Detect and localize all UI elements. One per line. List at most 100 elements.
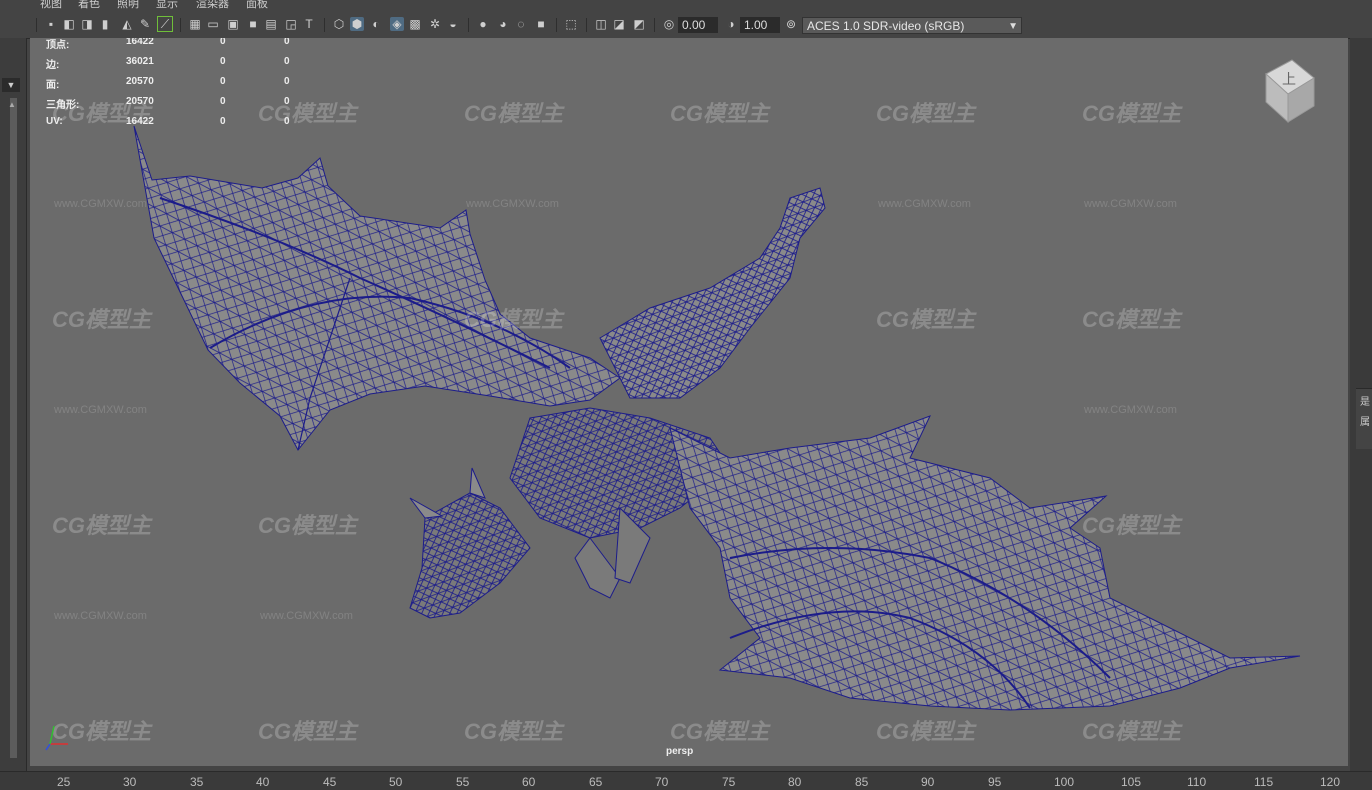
left-wing [133, 125, 621, 451]
color-management-value: ACES 1.0 SDR-video (sRGB) [807, 19, 965, 33]
xray-joints-icon[interactable]: ◪ [612, 17, 626, 31]
camera-attributes-icon[interactable]: ◨ [80, 17, 94, 31]
ruler-tick: 80 [788, 775, 802, 789]
attribute-editor-tab[interactable]: 是 属 [1356, 388, 1372, 449]
watermark-logo: CG模型主 [876, 101, 976, 126]
menu-renderer[interactable]: 渲染器 [196, 0, 229, 10]
watermark-logo: CG模型主 [464, 719, 564, 744]
hud-value: 20570 [126, 76, 154, 87]
toolbar-separator [180, 18, 181, 32]
exposure-field[interactable]: 0.00 [678, 17, 718, 33]
hud-value: 0 [220, 56, 226, 67]
wireframe-on-shaded-icon[interactable]: ◈ [390, 17, 404, 31]
field-chart-icon[interactable]: ▤ [264, 17, 278, 31]
xray-components-icon[interactable]: ◩ [632, 17, 646, 31]
3d-viewport[interactable]: CG模型主 CG模型主 CG模型主 CG模型主 CG模型主 CG模型主 www.… [30, 38, 1348, 766]
watermark-logo: CG模型主 [1082, 101, 1182, 126]
camera-name-label: persp [666, 746, 694, 757]
use-all-lights-icon[interactable]: ✲ [428, 17, 442, 31]
ruler-tick: 40 [256, 775, 270, 789]
menu-show[interactable]: 显示 [156, 0, 178, 10]
toolbar-separator [324, 18, 325, 32]
exposure-icon[interactable]: ◎ [662, 17, 676, 31]
ruler-tick: 115 [1254, 775, 1274, 789]
menu-shading[interactable]: 着色 [78, 0, 100, 10]
ruler-tick: 70 [655, 775, 669, 789]
toolbar-separator [468, 18, 469, 32]
panel-menu-dropdown[interactable]: ▼ [2, 78, 20, 92]
watermark-url: www.CGMXW.com [1084, 404, 1177, 416]
isolate-select-icon[interactable]: ⬚ [564, 17, 578, 31]
watermark-logo: CG模型主 [876, 719, 976, 744]
ruler-tick: 85 [855, 775, 869, 789]
watermark-logo: CG模型主 [258, 719, 358, 744]
shadows-icon[interactable]: ◒ [446, 17, 460, 31]
color-management-dropdown[interactable]: ACES 1.0 SDR-video (sRGB) ▼ [802, 17, 1022, 34]
hud-row-uvs: UV: 16422 0 0 [46, 116, 306, 130]
watermark-logo: CG模型主 [1082, 307, 1182, 332]
time-slider-ruler[interactable]: 25 30 35 40 45 50 55 60 65 70 75 80 85 9… [0, 771, 1372, 790]
right-panel-char: 是 [1360, 397, 1370, 408]
safe-action-icon[interactable]: ◲ [284, 17, 298, 31]
wireframe-icon[interactable]: ⬡ [332, 17, 346, 31]
grid-icon[interactable]: ▦ [188, 17, 202, 31]
watermark-url: www.CGMXW.com [1084, 198, 1177, 210]
axis-gizmo [45, 725, 68, 751]
ruler-tick: 60 [522, 775, 536, 789]
viewcube-top-label: 上 [1282, 72, 1296, 88]
ruler-tick: 35 [190, 775, 204, 789]
chevron-down-icon: ▼ [1008, 21, 1018, 32]
dragon-wireframe-mesh[interactable] [30, 38, 1348, 766]
hud-label: 边: [46, 60, 60, 71]
watermark-logo: CG模型主 [464, 307, 564, 332]
xray-icon[interactable]: ◫ [594, 17, 608, 31]
watermark-logo: CG模型主 [670, 719, 770, 744]
hud-row-faces: 面: 20570 0 0 [46, 76, 306, 91]
bookmark-icon[interactable]: ▮ [98, 17, 112, 31]
watermark-url: www.CGMXW.com [54, 404, 147, 416]
gamma-field[interactable]: 1.00 [740, 17, 780, 33]
depth-of-field-icon[interactable]: ■ [534, 17, 548, 31]
resolution-gate-icon[interactable]: ▣ [226, 17, 240, 31]
textured-icon[interactable]: ▩ [408, 17, 422, 31]
hud-label: 面: [46, 80, 60, 91]
camera-select-icon[interactable]: ▪ [44, 17, 58, 31]
scroll-up-icon[interactable]: ▲ [8, 100, 16, 109]
watermark-url: www.CGMXW.com [260, 610, 353, 622]
safe-title-icon[interactable]: T [302, 17, 316, 31]
smooth-shade-icon[interactable]: ⬢ [350, 17, 364, 31]
watermark-logo: CG模型主 [1082, 513, 1182, 538]
watermark-logo: CG模型主 [52, 513, 152, 538]
gamma-icon[interactable]: ◑ [724, 17, 738, 31]
left-scrollbar[interactable] [10, 98, 17, 758]
hud-value: 0 [284, 38, 290, 47]
image-plane-icon[interactable]: ◭ [120, 17, 134, 31]
film-gate-icon[interactable]: ▭ [206, 17, 220, 31]
hud-value: 0 [220, 116, 226, 127]
hud-value: 36021 [126, 56, 154, 67]
watermark-logo: CG模型主 [52, 307, 152, 332]
ruler-tick: 65 [589, 775, 603, 789]
grease-pencil-icon[interactable]: ✎ [138, 17, 152, 31]
ruler-tick: 25 [57, 775, 71, 789]
motion-blur-icon[interactable]: ◕ [496, 17, 510, 31]
anti-aliasing-icon[interactable]: ◌ [514, 17, 528, 31]
right-wing [669, 415, 1301, 711]
view-transform-icon[interactable]: ⊚ [784, 17, 798, 31]
right-panel-char: 属 [1360, 417, 1370, 428]
hud-row-edges: 边: 36021 0 0 [46, 56, 306, 71]
gate-mask-icon[interactable]: ■ [246, 17, 260, 31]
menu-lighting[interactable]: 照明 [117, 0, 139, 10]
dragon-neck [599, 187, 826, 399]
2d-pan-zoom-icon[interactable]: ⟋ [157, 16, 173, 32]
hud-label: 顶点: [46, 40, 70, 51]
viewcube[interactable]: 上 [1256, 56, 1318, 126]
default-material-icon[interactable]: ◐ [369, 17, 383, 31]
menu-view[interactable]: 视图 [40, 0, 62, 10]
watermark-logo: CG模型主 [1082, 719, 1182, 744]
menu-panels[interactable]: 面板 [246, 0, 268, 10]
hud-value: 0 [284, 116, 290, 127]
screen-space-ao-icon[interactable]: ● [476, 17, 490, 31]
watermark-url: www.CGMXW.com [466, 198, 559, 210]
camera-lock-icon[interactable]: ◧ [62, 17, 76, 31]
